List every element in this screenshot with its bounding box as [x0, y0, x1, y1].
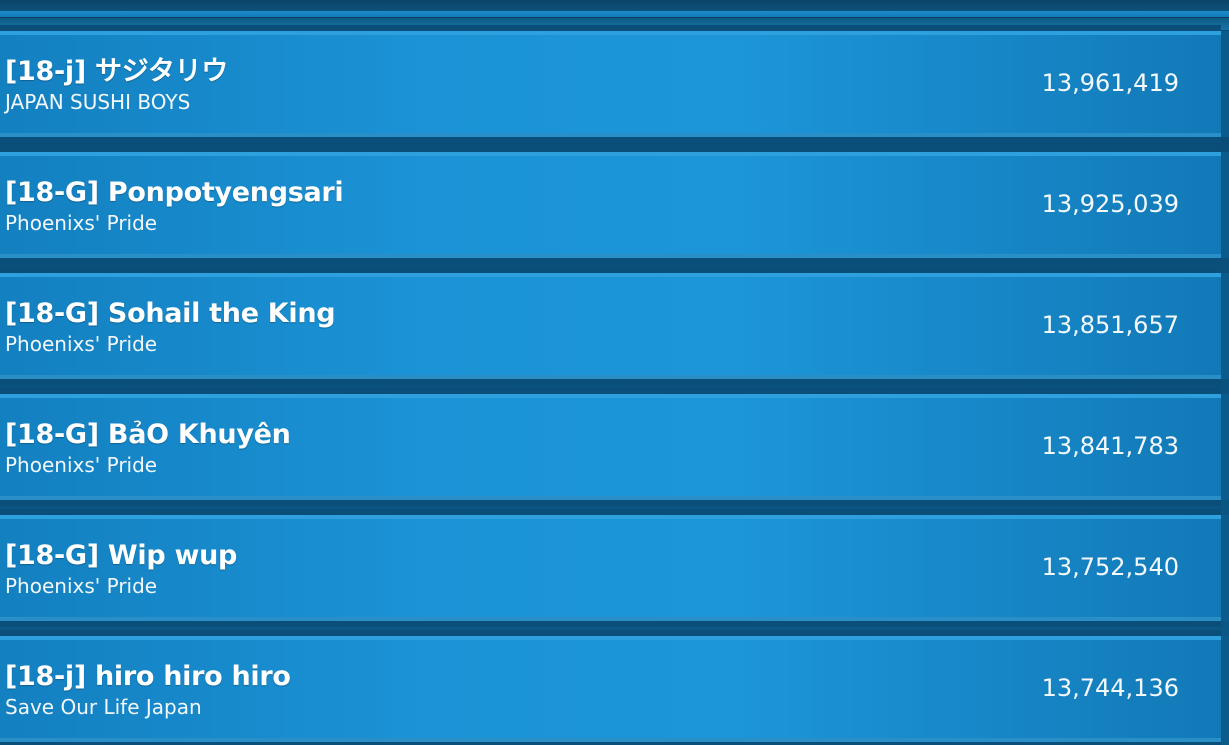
leaderboard-row[interactable]: [18-G] Wip wup Phoenixs' Pride 13,752,54… [0, 515, 1229, 621]
player-name: [18-G] BảO Khuyên [5, 419, 291, 450]
player-name: [18-G] Ponpotyengsari [5, 177, 344, 208]
team-name: Save Our Life Japan [5, 695, 202, 719]
leaderboard-row[interactable]: [18-G] Ponpotyengsari Phoenixs' Pride 13… [0, 152, 1229, 258]
score-value: 13,961,419 [1041, 69, 1179, 97]
score-value: 13,752,540 [1041, 553, 1179, 581]
player-name: [18-j] サジタリウ [5, 56, 228, 87]
team-name: Phoenixs' Pride [5, 211, 158, 235]
leaderboard-row[interactable]: [18-j] hiro hiro hiro Save Our Life Japa… [0, 636, 1229, 742]
score-value: 13,744,136 [1041, 674, 1179, 702]
player-name: [18-G] Wip wup [5, 540, 238, 571]
team-name: JAPAN SUSHI BOYS [5, 90, 191, 114]
leaderboard-row[interactable]: [18-G] Sohail the King Phoenixs' Pride 1… [0, 273, 1229, 379]
score-value: 13,925,039 [1041, 190, 1179, 218]
leaderboard-row[interactable]: [18-j] サジタリウ JAPAN SUSHI BOYS 13,961,419 [0, 31, 1229, 137]
player-name: [18-j] hiro hiro hiro [5, 661, 291, 692]
team-name: Phoenixs' Pride [5, 332, 158, 356]
leaderboard-list[interactable]: [18-j] サジタリウ JAPAN SUSHI BOYS 13,961,419… [0, 0, 1229, 745]
leaderboard-screen: [18-j] サジタリウ JAPAN SUSHI BOYS 13,961,419… [0, 0, 1229, 745]
player-name: [18-G] Sohail the King [5, 298, 336, 329]
team-name: Phoenixs' Pride [5, 574, 158, 598]
score-value: 13,841,783 [1041, 432, 1179, 460]
team-name: Phoenixs' Pride [5, 453, 158, 477]
score-value: 13,851,657 [1041, 311, 1179, 339]
leaderboard-row[interactable]: [18-G] BảO Khuyên Phoenixs' Pride 13,841… [0, 394, 1229, 500]
